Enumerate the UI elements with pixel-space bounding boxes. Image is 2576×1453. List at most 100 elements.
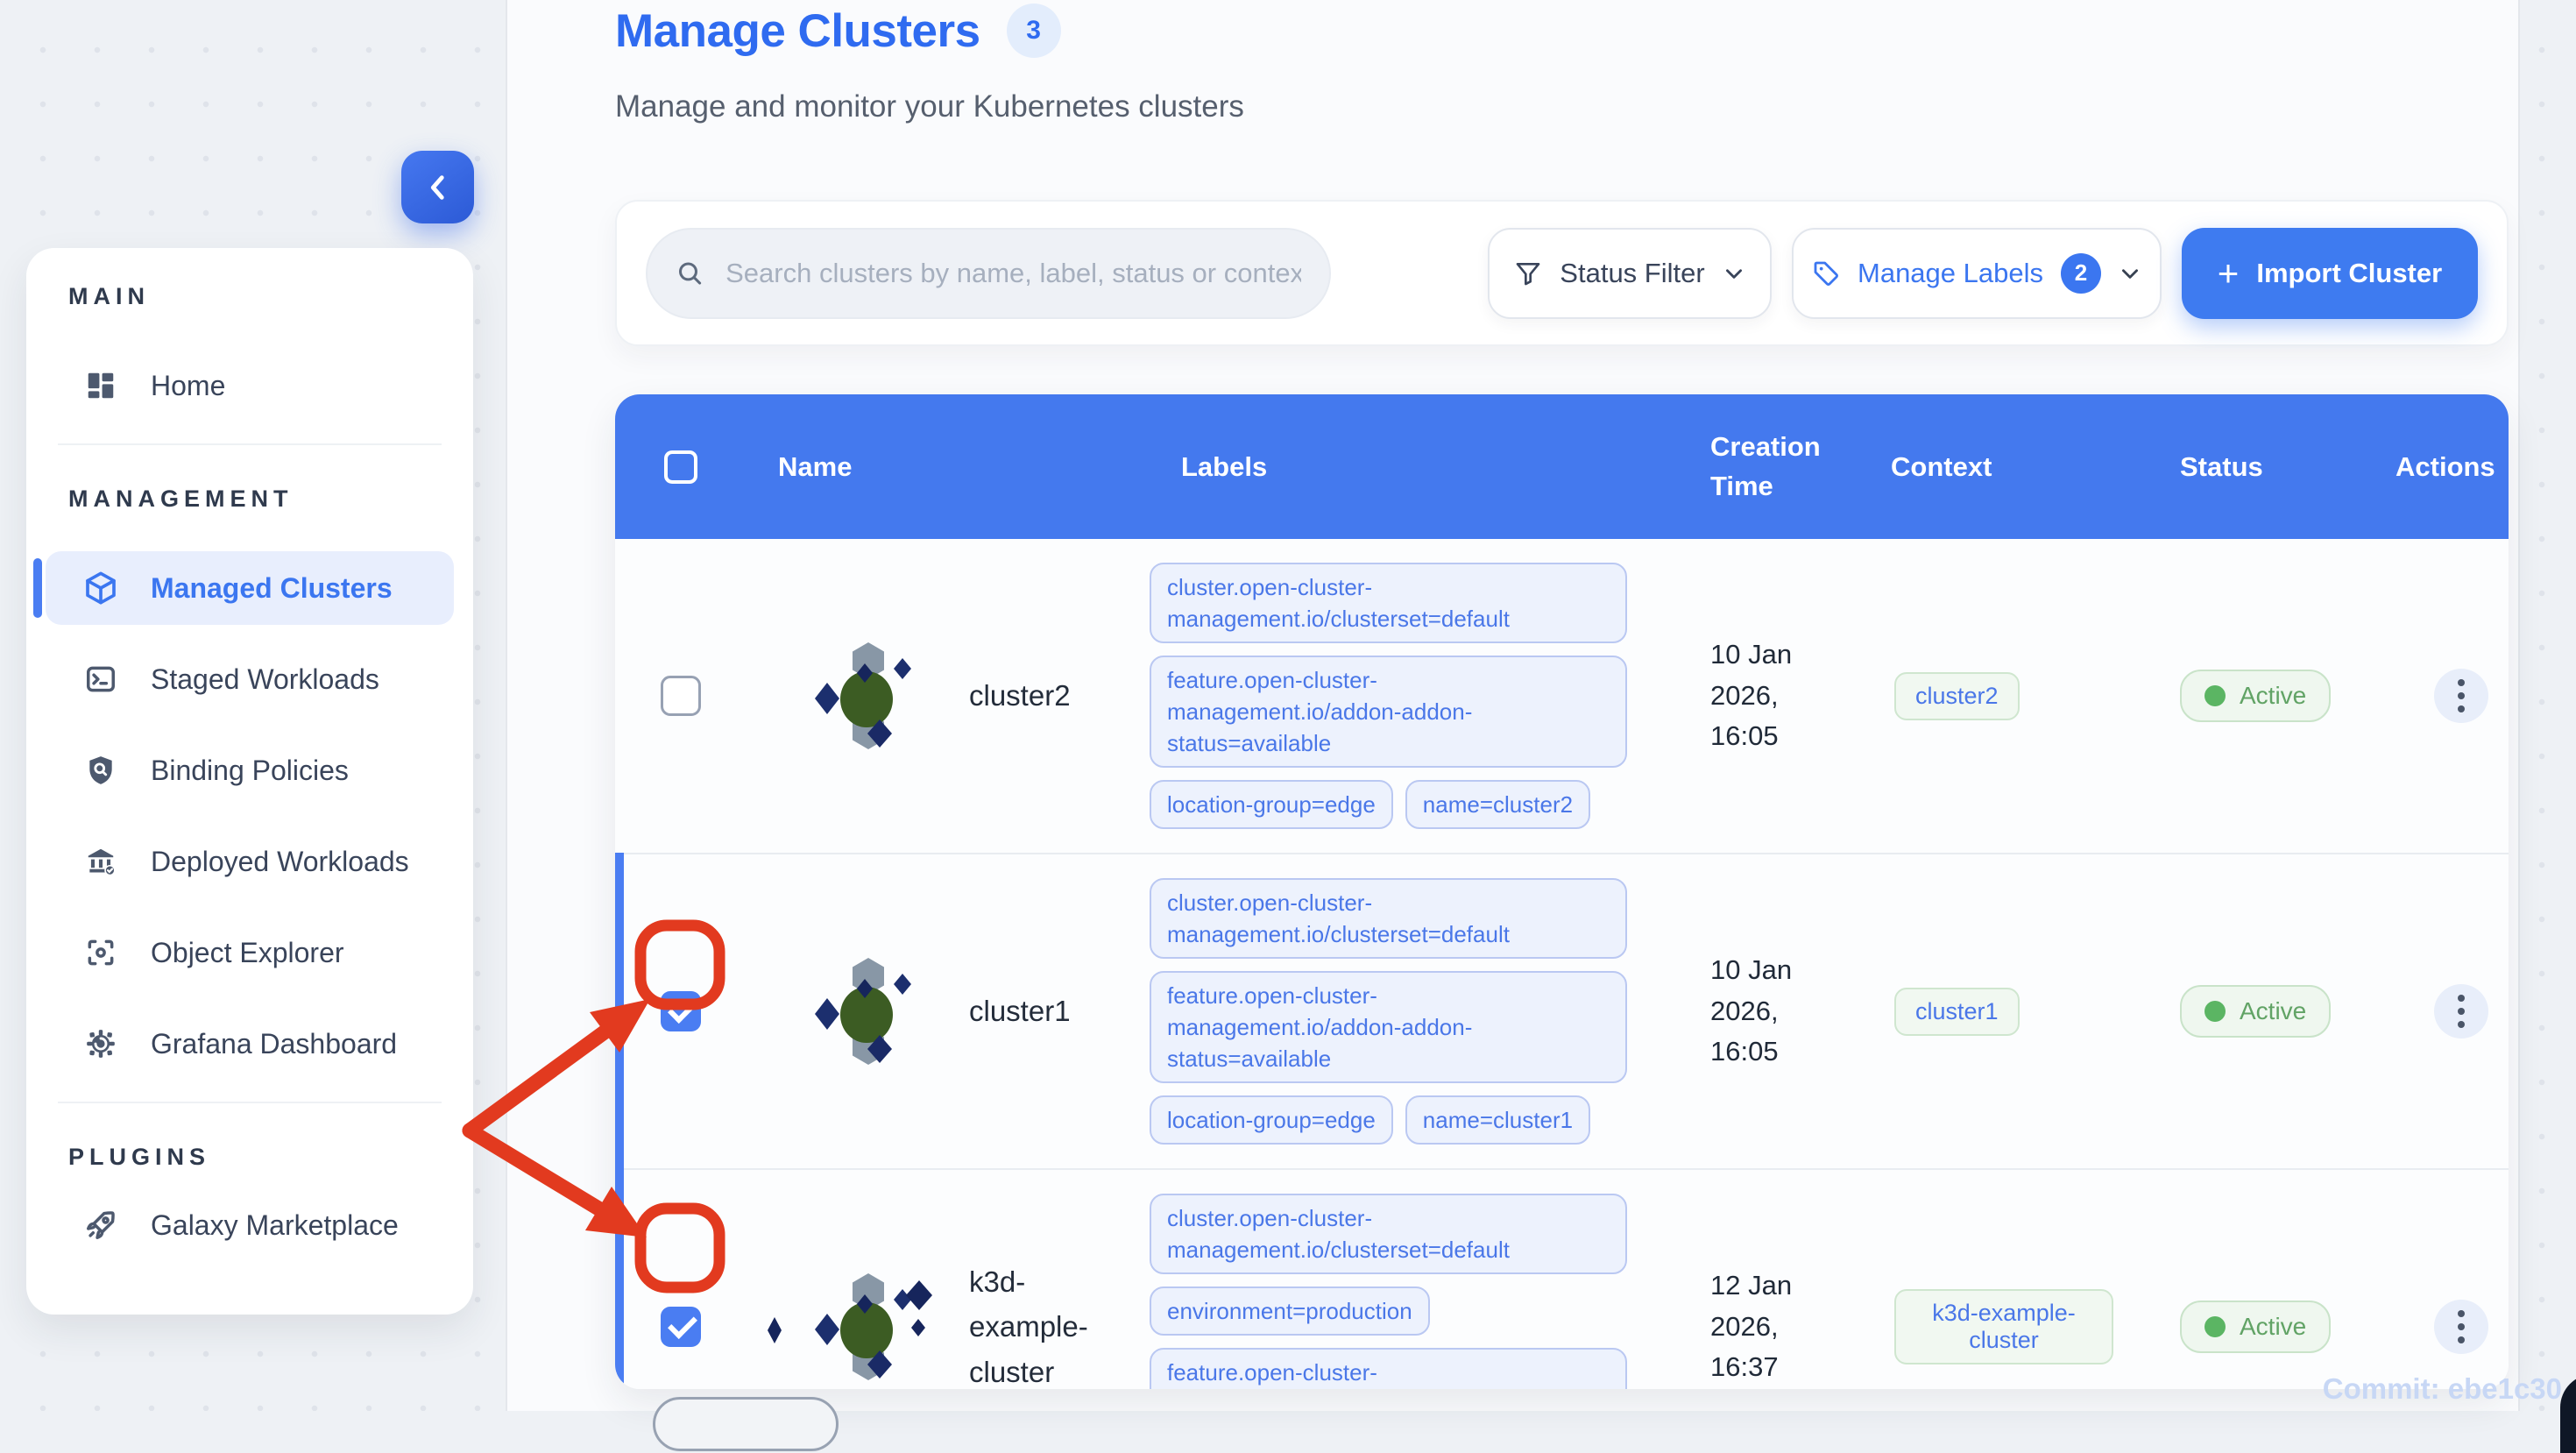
status-label: Active [2240, 1313, 2307, 1340]
plus-icon: + [2217, 252, 2240, 294]
label-chip: feature.open-cluster-management.io/addon… [1150, 656, 1627, 768]
cluster-name: k3d-example-cluster [969, 1265, 1088, 1388]
import-cluster-button[interactable]: + Import Cluster [2182, 227, 2478, 319]
status-badge: Active [2180, 985, 2332, 1038]
status-cell: Active [2148, 539, 2385, 853]
context-cell: k3d-example-cluster [1859, 1170, 2148, 1389]
row-checkbox-cell [615, 539, 747, 853]
cluster-name: cluster2 [969, 679, 1071, 712]
creation-time-cell: 10 Jan 2026, 16:05 [1675, 539, 1859, 853]
creation-time: 10 Jan 2026, 16:05 [1710, 954, 1793, 1067]
row-actions-menu-button[interactable] [2434, 1300, 2488, 1354]
row-checkbox[interactable] [661, 1307, 701, 1347]
sidebar-item-home[interactable]: Home [46, 349, 454, 422]
context-badge: cluster2 [1894, 671, 2020, 720]
sidebar-item-label: Deployed Workloads [151, 845, 409, 877]
status-cell: Active [2148, 1170, 2385, 1389]
creation-time-cell: 12 Jan 2026, 16:37 [1675, 1170, 1859, 1389]
page-subtitle: Manage and monitor your Kubernetes clust… [615, 89, 1244, 124]
sidebar-section-management: MANAGEMENT [68, 486, 294, 512]
chevron-down-icon [2122, 268, 2138, 279]
app-root: MAIN Home MANAGEMENT Managed Clusters St… [0, 0, 2576, 1453]
corner-widget [2560, 1374, 2576, 1453]
column-header-creation-time: Creation Time [1710, 430, 1821, 501]
label-chip: feature.open-cluster-management.io/addon… [1150, 1348, 1627, 1389]
tag-icon [1814, 261, 1838, 286]
row-checkbox[interactable] [661, 676, 701, 716]
sidebar-divider [58, 443, 442, 445]
row-actions-menu-button[interactable] [2434, 984, 2488, 1038]
page-header: Manage Clusters 3 Manage and monitor you… [615, 4, 1244, 124]
sidebar-item-galaxy-marketplace[interactable]: Galaxy Marketplace [46, 1188, 454, 1262]
page-title: Manage Clusters [615, 4, 980, 57]
context-cell: cluster1 [1859, 854, 2148, 1168]
status-badge: Active [2180, 1301, 2332, 1353]
status-label: Active [2240, 682, 2307, 709]
header-checkbox-cell [615, 450, 747, 484]
status-badge: Active [2180, 670, 2332, 722]
sidebar-item-grafana-dashboard[interactable]: Grafana Dashboard [46, 1007, 454, 1081]
row-actions-menu-button[interactable] [2434, 669, 2488, 723]
cluster-count-badge: 3 [1006, 4, 1061, 58]
context-badge: k3d-example-cluster [1894, 1289, 2113, 1364]
sidebar-item-label: Binding Policies [151, 754, 349, 786]
label-chip: cluster.open-cluster-management.io/clust… [1150, 1194, 1627, 1274]
status-cell: Active [2148, 854, 2385, 1168]
cluster-logo [815, 642, 918, 749]
sidebar-item-deployed-workloads[interactable]: Deployed Workloads [46, 825, 454, 898]
sidebar-item-object-explorer[interactable]: Object Explorer [46, 916, 454, 989]
search-icon [679, 261, 702, 285]
partial-bottom-button[interactable] [653, 1397, 839, 1451]
sidebar-item-label: Object Explorer [151, 936, 344, 968]
sidebar-divider [58, 1102, 442, 1103]
actions-cell [2385, 854, 2509, 1168]
label-chip: cluster.open-cluster-management.io/clust… [1150, 563, 1627, 643]
row-checkbox-cell [615, 854, 747, 1168]
home-dashboard-icon [82, 367, 119, 404]
sidebar-item-label: Managed Clusters [151, 571, 393, 604]
label-chip: name=cluster1 [1405, 1095, 1591, 1145]
sidebar-collapse-button[interactable] [401, 151, 474, 223]
status-filter-label: Status Filter [1560, 257, 1705, 288]
sidebar-item-staged-workloads[interactable]: Staged Workloads [46, 642, 454, 716]
rocket-icon [82, 1207, 119, 1244]
name-cell: cluster1 [747, 854, 1150, 1168]
actions-cell [2385, 1170, 2509, 1389]
search-box [646, 227, 1331, 319]
sidebar-item-label: Home [151, 369, 226, 401]
column-header-status: Status [2180, 450, 2263, 482]
row-checkbox-cell [615, 1170, 747, 1389]
label-chip: environment=production [1150, 1286, 1430, 1336]
column-header-context: Context [1891, 450, 1992, 482]
bank-check-icon [82, 843, 119, 880]
status-dot-icon [2204, 685, 2226, 706]
filter-funnel-icon [1516, 262, 1540, 285]
label-chip: feature.open-cluster-management.io/addon… [1150, 971, 1627, 1083]
labels-cell: cluster.open-cluster-management.io/clust… [1150, 1170, 1675, 1389]
sidebar-item-managed-clusters[interactable]: Managed Clusters [33, 551, 454, 625]
sidebar-section-plugins: PLUGINS [68, 1144, 211, 1170]
sidebar: MAIN Home MANAGEMENT Managed Clusters St… [26, 248, 473, 1315]
cluster-logo [815, 958, 918, 1065]
sidebar-item-binding-policies[interactable]: Binding Policies [46, 734, 454, 807]
manage-labels-count-badge: 2 [2061, 252, 2101, 294]
manage-labels-button[interactable]: Manage Labels 2 [1792, 227, 2162, 319]
manage-labels-label: Manage Labels [1858, 257, 2043, 288]
status-label: Active [2240, 997, 2307, 1024]
context-cell: cluster2 [1859, 539, 2148, 853]
sidebar-item-label: Galaxy Marketplace [151, 1208, 399, 1241]
creation-time-cell: 10 Jan 2026, 16:05 [1675, 854, 1859, 1168]
table-header-row: Name Labels Creation Time Context Status… [615, 394, 2509, 539]
status-filter-button[interactable]: Status Filter [1488, 227, 1772, 319]
context-badge: cluster1 [1894, 987, 2020, 1036]
search-input[interactable] [725, 257, 1301, 289]
creation-time: 12 Jan 2026, 16:37 [1710, 1270, 1793, 1383]
row-checkbox[interactable] [661, 991, 701, 1031]
label-chip: cluster.open-cluster-management.io/clust… [1150, 878, 1627, 959]
import-cluster-label: Import Cluster [2256, 257, 2443, 288]
labels-cell: cluster.open-cluster-management.io/clust… [1150, 539, 1675, 853]
table-row: k3d-example-cluster cluster.open-cluster… [615, 1168, 2509, 1389]
label-chip: location-group=edge [1150, 1095, 1393, 1145]
select-all-checkbox[interactable] [664, 450, 697, 484]
sidebar-section-main: MAIN [68, 283, 150, 309]
